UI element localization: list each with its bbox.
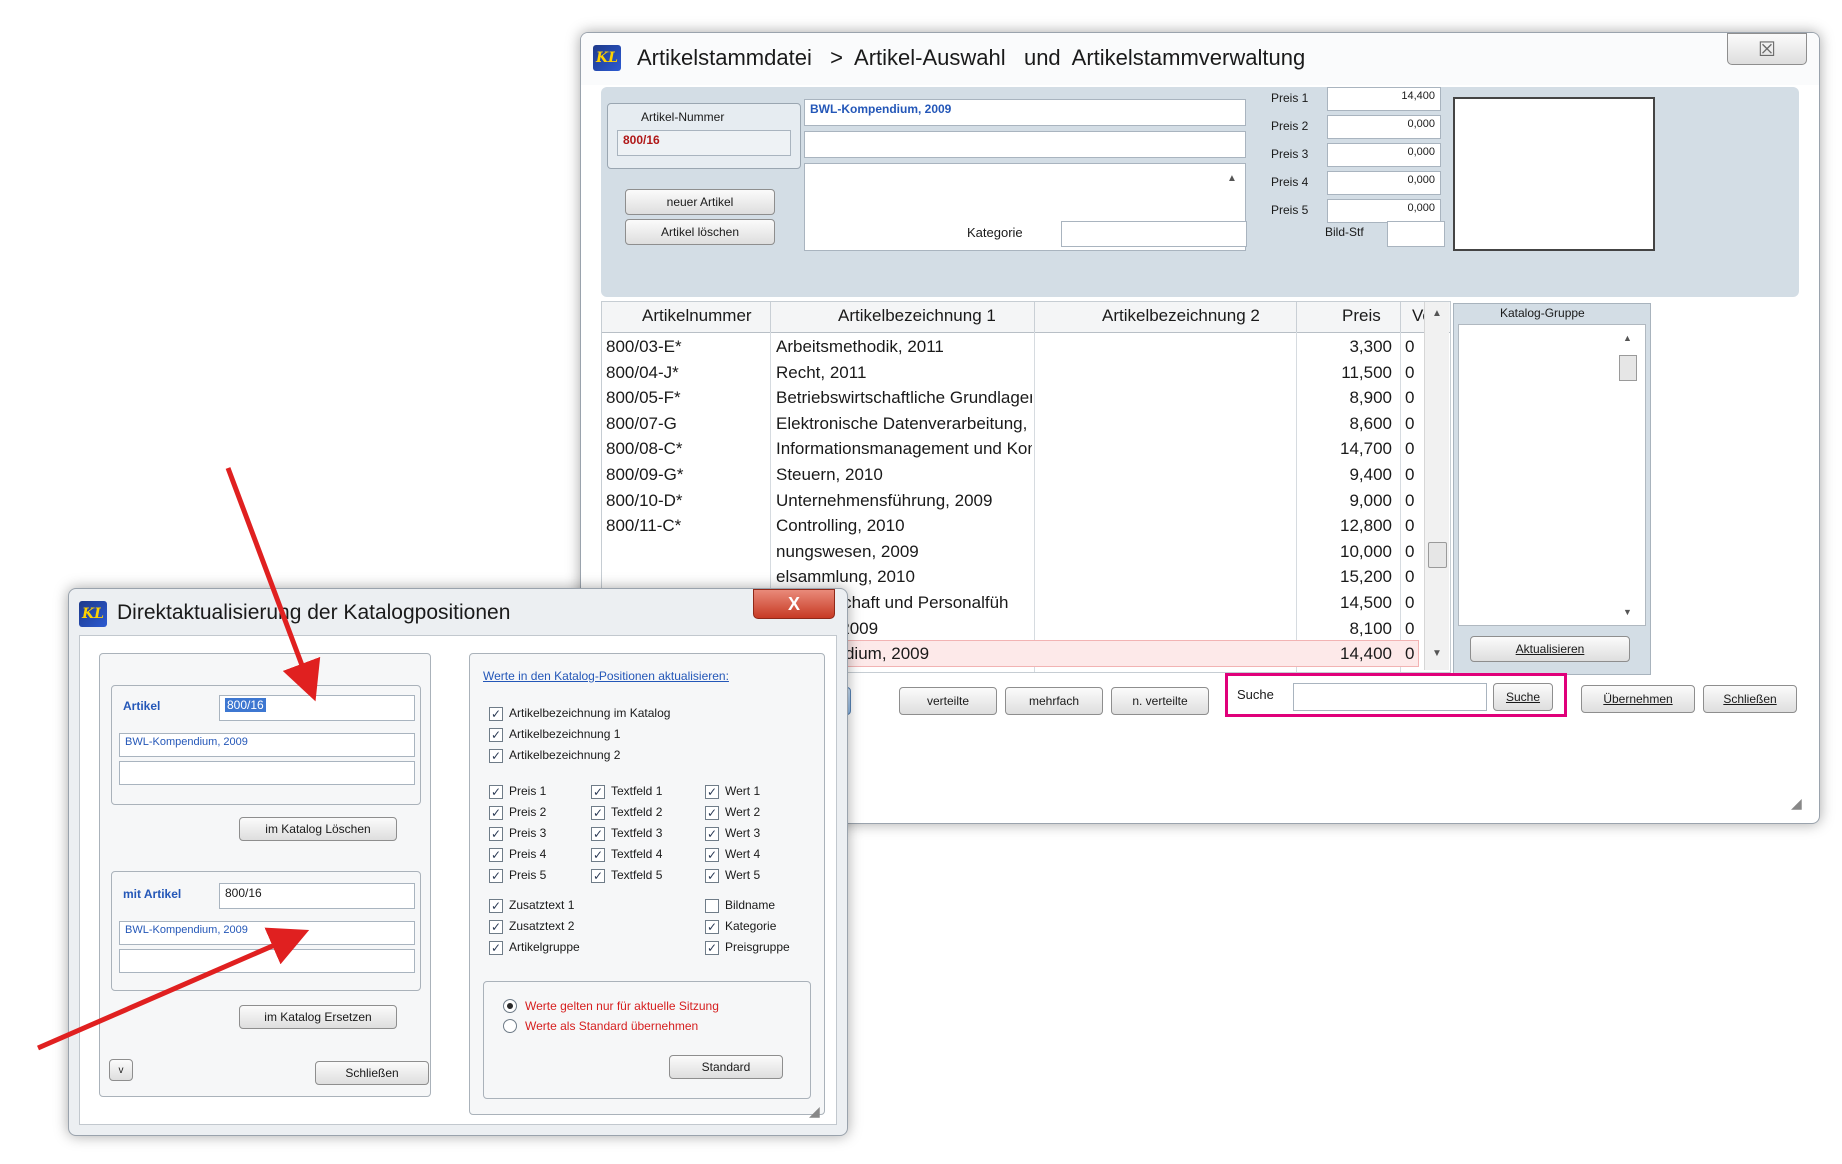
annotation-arrows [37,467,321,1051]
arrow-to-mit-artikel-field [37,927,310,1051]
arrow-to-artikel-field [225,467,321,702]
